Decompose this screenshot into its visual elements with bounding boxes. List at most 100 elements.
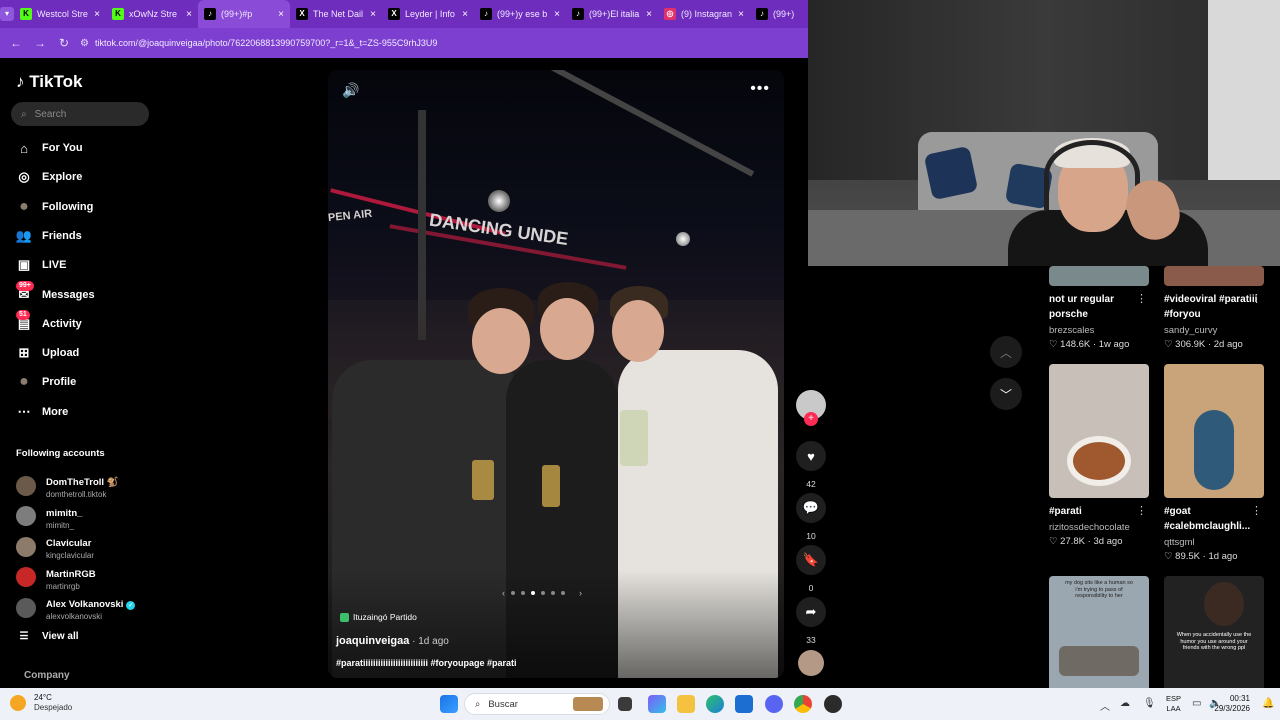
photo-post[interactable]: PEN AIR DANCING UNDE 🔊 ••• ‹ › Ituzaingó…: [328, 70, 784, 678]
copilot-icon[interactable]: [648, 695, 666, 713]
like-button[interactable]: ♥ 42: [796, 441, 826, 489]
card-username[interactable]: qttsgml: [1164, 537, 1264, 548]
browser-tab[interactable]: ♪ (99+)El italia ×: [566, 0, 658, 28]
next-video-button[interactable]: ﹀: [990, 378, 1022, 410]
sidebar-item-live[interactable]: ▣ LIVE: [16, 257, 67, 273]
sidebar-item-messages[interactable]: ✉ 99+ Messages: [16, 280, 95, 303]
more-options-icon[interactable]: ⋮: [1136, 292, 1147, 305]
company-link[interactable]: Company: [24, 670, 70, 681]
post-caption[interactable]: #paratiiiiiiiiiiiiiiiiiiiiiiiiii #foryou…: [336, 658, 517, 668]
previous-video-button[interactable]: ︿: [990, 336, 1022, 368]
sidebar-item-friends[interactable]: 👥 Friends: [16, 228, 82, 244]
chrome-icon[interactable]: [794, 695, 812, 713]
carousel-dot[interactable]: [551, 591, 555, 595]
more-options-icon[interactable]: ⋮: [1136, 504, 1147, 517]
card-title[interactable]: #goat #calebmclaughli...: [1164, 504, 1260, 534]
browser-tab[interactable]: ♪ (99+)#p ×: [198, 0, 290, 28]
carousel-dot[interactable]: [511, 591, 515, 595]
video-thumbnail[interactable]: my dog sits like a human so i'm trying t…: [1049, 576, 1149, 688]
close-icon[interactable]: ×: [646, 9, 652, 20]
share-icon[interactable]: ➦: [796, 597, 826, 627]
card-title[interactable]: #videoviral #paratiii #foryou: [1164, 292, 1260, 322]
onedrive-icon[interactable]: ☁: [1120, 698, 1130, 709]
carousel-prev-icon[interactable]: ‹: [502, 588, 505, 598]
weather-widget[interactable]: 24°C Despejado: [10, 693, 72, 713]
close-icon[interactable]: ×: [370, 9, 376, 20]
carousel-dot[interactable]: [561, 591, 565, 595]
sidebar-item-more[interactable]: ⋯ More: [16, 404, 69, 420]
following-account[interactable]: MartinRGB martinrgb: [16, 564, 96, 591]
following-account[interactable]: Alex Volkanovski ✓ alexvolkanovski: [16, 594, 136, 621]
recommended-video-card[interactable]: #parati ⋮ rizitossdechocolate ♡ 27.8K · 3d …: [1049, 364, 1149, 547]
volume-icon[interactable]: 🔊: [342, 82, 359, 99]
browser-tab[interactable]: KxOwNz Stre ×: [106, 0, 198, 28]
sidebar-item-upload[interactable]: ⊞ Upload: [16, 345, 80, 361]
close-icon[interactable]: ×: [94, 9, 100, 20]
site-info-icon[interactable]: ⚙: [80, 38, 89, 49]
tab-menu-button[interactable]: ▾: [0, 0, 14, 28]
following-account[interactable]: mimitn_ mimitn_: [16, 503, 82, 530]
video-thumbnail[interactable]: When you accidentally use the humor you …: [1164, 576, 1264, 688]
browser-tab[interactable]: ◎ (9) Instagran ×: [658, 0, 750, 28]
carousel-dot[interactable]: [541, 591, 545, 595]
browser-tab[interactable]: X The Net Dail ×: [290, 0, 382, 28]
sidebar-item-activity[interactable]: ▤ 51 Activity: [16, 309, 82, 332]
browser-tab[interactable]: X Leyder | Info ×: [382, 0, 474, 28]
language-indicator[interactable]: ESP LAA: [1166, 694, 1181, 714]
app-icon[interactable]: [824, 695, 842, 713]
close-icon[interactable]: ×: [554, 9, 560, 20]
heart-icon[interactable]: ♥: [796, 441, 826, 471]
notification-icon[interactable]: 🔔: [1262, 698, 1274, 709]
share-button[interactable]: ➦ 33: [796, 597, 826, 645]
close-icon[interactable]: ×: [462, 9, 468, 20]
sound-avatar-button[interactable]: [796, 650, 826, 676]
card-title[interactable]: not ur regular porsche: [1049, 292, 1145, 322]
system-clock[interactable]: 00:31 29/3/2026: [1214, 694, 1250, 714]
reload-button[interactable]: ↻: [52, 36, 76, 50]
discord-icon[interactable]: [765, 695, 783, 713]
carousel-next-icon[interactable]: ›: [579, 588, 582, 598]
video-thumbnail[interactable]: [1049, 364, 1149, 498]
video-thumbnail[interactable]: [1049, 266, 1149, 286]
card-title[interactable]: #parati: [1049, 504, 1145, 519]
more-options-icon[interactable]: ⋮: [1251, 504, 1262, 517]
carousel-dot-active[interactable]: [531, 591, 535, 595]
author-avatar-button[interactable]: +: [796, 390, 826, 426]
tray-chevron-icon[interactable]: ︿: [1100, 698, 1110, 713]
author-name[interactable]: joaquinveigaa: [336, 635, 409, 647]
following-account[interactable]: Clavicular kingclavicular: [16, 533, 94, 560]
following-account[interactable]: DomTheTroll 🐒 domthetroll.tiktok: [16, 472, 119, 499]
recommended-video-card[interactable]: not ur regular porsche ⋮ brezscales ♡ 148.6…: [1049, 266, 1149, 350]
save-button[interactable]: 🔖 0: [796, 545, 826, 593]
card-username[interactable]: rizitossdechocolate: [1049, 522, 1149, 533]
location-tag[interactable]: Ituzaingó Partido: [340, 612, 417, 622]
card-username[interactable]: sandy_curvy: [1164, 325, 1264, 336]
sound-avatar[interactable]: [798, 650, 824, 676]
sidebar-item-profile[interactable]: ● Profile: [16, 373, 76, 390]
sidebar-item-following[interactable]: ● Following: [16, 198, 93, 215]
recommended-video-card[interactable]: When you accidentally use the humor you …: [1164, 576, 1264, 688]
view-all-link[interactable]: ☰ View all: [16, 628, 79, 644]
recommended-video-card[interactable]: my dog sits like a human so i'm trying t…: [1049, 576, 1149, 688]
edge-icon[interactable]: [706, 695, 724, 713]
display-icon[interactable]: ▭: [1192, 698, 1201, 709]
back-button[interactable]: ←: [4, 36, 28, 50]
search-input[interactable]: ⌕ Search: [11, 102, 149, 126]
recommended-video-card[interactable]: #videoviral #paratiii #foryou ⋮ sandy_curv…: [1164, 266, 1264, 350]
microphone-icon[interactable]: 🎙: [1143, 698, 1156, 709]
browser-tab[interactable]: ♪ (99+)y ese b ×: [474, 0, 566, 28]
card-username[interactable]: brezscales: [1049, 325, 1149, 336]
follow-plus-icon[interactable]: +: [804, 412, 818, 426]
sidebar-item-for-you[interactable]: ⌂ For You: [16, 140, 82, 156]
post-author[interactable]: joaquinveigaa · 1d ago: [336, 635, 449, 647]
comment-button[interactable]: 💬 10: [796, 493, 826, 541]
close-icon[interactable]: ×: [738, 9, 744, 20]
tiktok-logo[interactable]: ♪ TikTok: [16, 72, 82, 92]
more-options-icon[interactable]: •••: [750, 80, 770, 98]
carousel-dot[interactable]: [521, 591, 525, 595]
video-thumbnail[interactable]: [1164, 266, 1264, 286]
url-field[interactable]: tiktok.com/@joaquinveigaa/photo/76220688…: [95, 38, 437, 48]
more-options-icon[interactable]: ⋮: [1251, 292, 1262, 305]
store-icon[interactable]: [735, 695, 753, 713]
close-icon[interactable]: ×: [278, 9, 284, 20]
